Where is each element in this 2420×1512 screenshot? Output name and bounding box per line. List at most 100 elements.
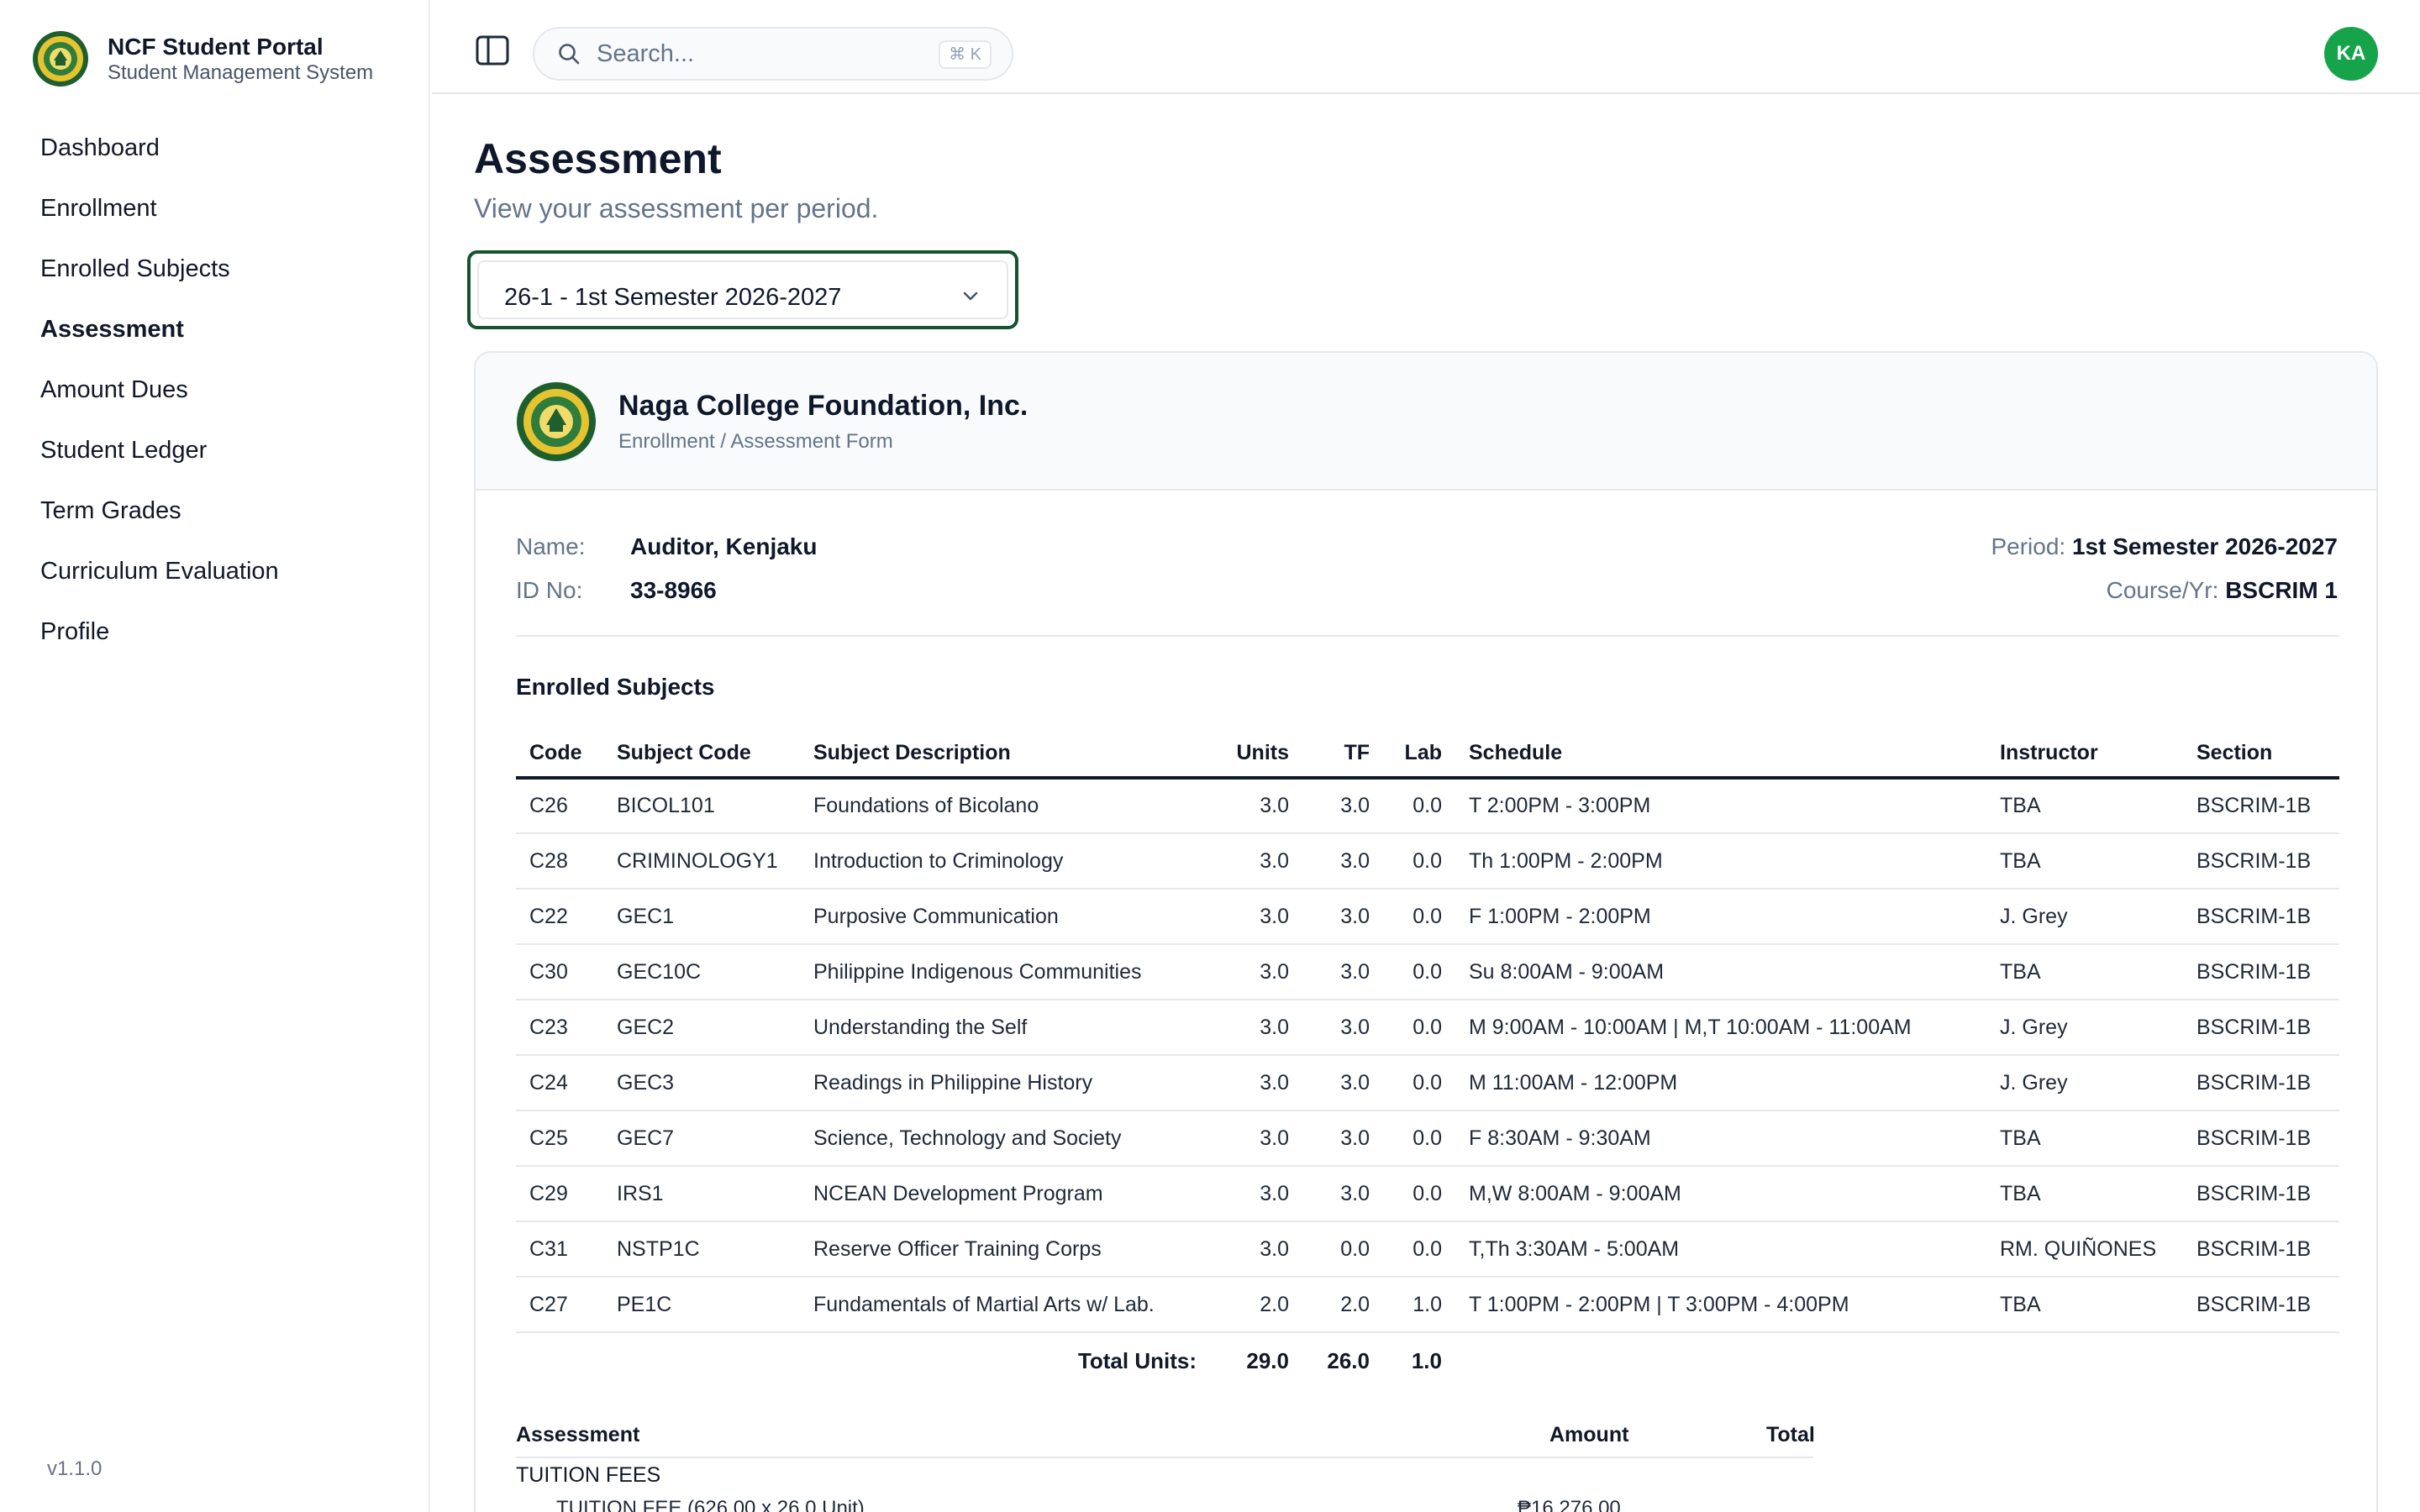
sidebar-item-term-grades[interactable]: Term Grades — [20, 480, 410, 541]
enrolled-subjects-title: Enrolled Subjects — [516, 674, 715, 700]
cell-tf: 0.0 — [1302, 1221, 1383, 1278]
table-body: C26 BICOL101 Foundations of Bicolano 3.0 3.0… — [516, 778, 2339, 1389]
cell-schedule: T 2:00PM - 3:00PM — [1455, 778, 1986, 834]
cell-subject-code: CRIMINOLOGY1 — [603, 833, 800, 890]
cell-subject-code: BICOL101 — [603, 778, 800, 834]
table-row: C23 GEC2 Understanding the Self 3.0 3.0 0.0 M … — [516, 1000, 2339, 1056]
cell-section: BSCRIM-1B — [2183, 1277, 2339, 1333]
search-shortcut-badge: ⌘ K — [939, 40, 992, 69]
table-row: C28 CRIMINOLOGY1 Introduction to Criminolo… — [516, 833, 2339, 890]
student-name: Auditor, Kenjaku — [630, 533, 818, 559]
page-title: Assessment — [474, 135, 722, 182]
assessment-header-label: Assessment — [516, 1423, 640, 1446]
cell-instructor: J. Grey — [1986, 889, 2183, 945]
cell-instructor: TBA — [1986, 1277, 2183, 1333]
period-label: Period: — [1991, 533, 2066, 559]
cell-schedule: F 8:30AM - 9:30AM — [1455, 1110, 1986, 1167]
user-avatar[interactable]: KA — [2324, 27, 2378, 81]
sidebar-item-curriculum-evaluation[interactable]: Curriculum Evaluation — [20, 541, 410, 601]
sidebar-item-enrollment[interactable]: Enrollment — [20, 178, 410, 239]
col-header-tf: TF — [1302, 729, 1383, 780]
topbar: ⌘ K KA — [432, 0, 2420, 94]
cell-subject-code: GEC3 — [603, 1055, 800, 1111]
course-row: Course/Yr: BSCRIM 1 — [2107, 576, 2338, 605]
col-header-code: Code — [516, 729, 603, 780]
cell-section: BSCRIM-1B — [2183, 1166, 2339, 1222]
tuition-fee-item: TUITION FEE (626.00 x 26.0 Unit) — [556, 1497, 865, 1512]
cell-schedule: T 1:00PM - 2:00PM | T 3:00PM - 4:00PM — [1455, 1277, 1986, 1333]
sidebar-item-amount-dues[interactable]: Amount Dues — [20, 360, 410, 420]
cell-instructor: TBA — [1986, 778, 2183, 834]
table-row: C22 GEC1 Purposive Communication 3.0 3.0 0.0 F… — [516, 889, 2339, 945]
cell-schedule: Th 1:00PM - 2:00PM — [1455, 833, 1986, 890]
cell-units: 3.0 — [1210, 1166, 1302, 1222]
cell-description: Philippine Indigenous Communities — [800, 944, 1210, 1000]
cell-section: BSCRIM-1B — [2183, 1055, 2339, 1111]
table-row: C29 IRS1 NCEAN Development Program 3.0 3.0 0.… — [516, 1166, 2339, 1222]
sidebar-item-dashboard[interactable]: Dashboard — [20, 118, 410, 178]
cell-lab: 0.0 — [1383, 1110, 1455, 1167]
sidebar-item-student-ledger[interactable]: Student Ledger — [20, 420, 410, 480]
cell-lab: 1.0 — [1383, 1277, 1455, 1333]
cell-description: Understanding the Self — [800, 1000, 1210, 1056]
cell-instructor: J. Grey — [1986, 1055, 2183, 1111]
cell-units: 3.0 — [1210, 833, 1302, 890]
cell-schedule: T,Th 3:30AM - 5:00AM — [1455, 1221, 1986, 1278]
cell-description: NCEAN Development Program — [800, 1166, 1210, 1222]
cell-instructor: J. Grey — [1986, 1000, 2183, 1056]
col-header-instructor: Instructor — [1986, 729, 2183, 780]
col-header-units: Units — [1210, 729, 1302, 780]
cell-section: BSCRIM-1B — [2183, 1221, 2339, 1278]
cell-subject-code: NSTP1C — [603, 1221, 800, 1278]
cell-units: 3.0 — [1210, 778, 1302, 834]
cell-units: 3.0 — [1210, 1110, 1302, 1167]
cell-subject-code: IRS1 — [603, 1166, 800, 1222]
sidebar-item-assessment[interactable]: Assessment — [20, 299, 410, 360]
sidebar-item-enrolled-subjects[interactable]: Enrolled Subjects — [20, 239, 410, 299]
cell-code: C28 — [516, 833, 603, 890]
cell-description: Readings in Philippine History — [800, 1055, 1210, 1111]
info-divider — [516, 635, 2339, 637]
cell-subject-code: PE1C — [603, 1277, 800, 1333]
period-row: Period: 1st Semester 2026-2027 — [1991, 533, 2338, 561]
student-id-row: ID No: 33-8966 — [516, 576, 717, 605]
page-subtitle: View your assessment per period. — [474, 193, 879, 223]
brand[interactable]: NCF Student Portal Student Management Sy… — [32, 30, 373, 87]
cell-lab: 0.0 — [1383, 1000, 1455, 1056]
col-header-subject-code: Subject Code — [603, 729, 800, 780]
period-value: 1st Semester 2026-2027 — [2071, 533, 2338, 559]
total-units: 29.0 — [1246, 1348, 1289, 1373]
cell-lab: 0.0 — [1383, 944, 1455, 1000]
cell-tf: 2.0 — [1302, 1277, 1383, 1333]
cell-description: Fundamentals of Martial Arts w/ Lab. — [800, 1277, 1210, 1333]
sidebar-item-profile[interactable]: Profile — [20, 601, 410, 662]
search-icon — [559, 44, 580, 65]
cell-tf: 3.0 — [1302, 1166, 1383, 1222]
course-value: BSCRIM 1 — [2225, 577, 2338, 603]
cell-lab: 0.0 — [1383, 1055, 1455, 1111]
cell-units: 2.0 — [1210, 1277, 1302, 1333]
search-input[interactable] — [597, 39, 933, 68]
cell-subject-code: GEC2 — [603, 1000, 800, 1056]
chevron-down-icon — [963, 291, 978, 301]
cell-schedule: M,W 8:00AM - 9:00AM — [1455, 1166, 1986, 1222]
cell-instructor: TBA — [1986, 833, 2183, 890]
sidebar-toggle-icon[interactable] — [474, 32, 511, 69]
assessment-form-card: Naga College Foundation, Inc. Enrollment… — [474, 351, 2378, 1512]
cell-code: C23 — [516, 1000, 603, 1056]
col-header-schedule: Schedule — [1455, 729, 1986, 780]
cell-section: BSCRIM-1B — [2183, 778, 2339, 834]
cell-instructor: TBA — [1986, 944, 2183, 1000]
search-box[interactable]: ⌘ K — [533, 27, 1013, 81]
cell-lab: 0.0 — [1383, 1221, 1455, 1278]
app-root: NCF Student Portal Student Management Sy… — [0, 0, 2420, 1512]
period-select[interactable]: 26-1 - 1st Semester 2026-2027 — [467, 250, 1018, 329]
ncf-logo-icon — [33, 31, 88, 87]
period-select-value: 26-1 - 1st Semester 2026-2027 — [504, 284, 842, 311]
cell-tf: 3.0 — [1302, 1110, 1383, 1167]
cell-units: 3.0 — [1210, 889, 1302, 945]
cell-lab: 0.0 — [1383, 778, 1455, 834]
cell-description: Science, Technology and Society — [800, 1110, 1210, 1167]
cell-instructor: TBA — [1986, 1166, 2183, 1222]
table-row: C27 PE1C Fundamentals of Martial Arts w/ L… — [516, 1277, 2339, 1333]
